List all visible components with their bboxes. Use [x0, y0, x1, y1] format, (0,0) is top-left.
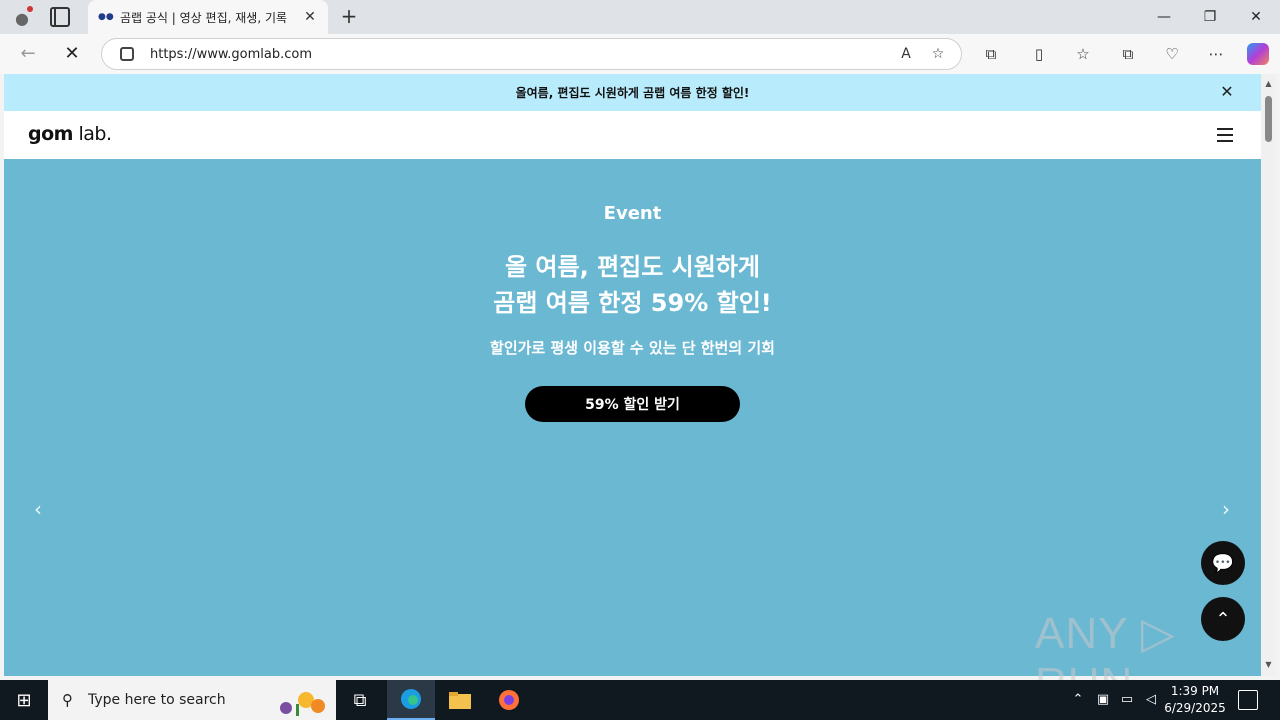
split-screen-icon[interactable]: ▯: [1029, 44, 1049, 64]
taskbar: ⊞ ⚲ Type here to search ⧉ ⌃ ▣ ▭ ◁ 1:39 P…: [0, 680, 1280, 720]
address-bar[interactable]: https://www.gomlab.com A ☆: [101, 38, 962, 70]
browser-toolbar: ← ✕ https://www.gomlab.com A ☆ ⧉ ▯ ☆ ⧉ ♡…: [0, 34, 1280, 74]
network-icon[interactable]: ▭: [1118, 691, 1136, 709]
logo-text-regular: lab.: [72, 123, 112, 145]
hero-headline-line2: 곰랩 여름 한정 59% 할인!: [493, 289, 772, 317]
clock-date: 6/29/2025: [1164, 701, 1226, 715]
volume-icon[interactable]: ◁: [1142, 691, 1160, 709]
minimize-button[interactable]: —: [1141, 0, 1187, 34]
search-placeholder: Type here to search: [88, 692, 226, 708]
tab-close-icon[interactable]: ✕: [302, 9, 318, 25]
promo-close-icon[interactable]: ✕: [1219, 84, 1235, 100]
collections-icon[interactable]: ⧉: [1118, 44, 1138, 64]
chat-icon[interactable]: 💬: [1201, 541, 1245, 585]
discount-cta-button[interactable]: 59% 할인 받기: [525, 386, 740, 422]
hero-banner: Event 올 여름, 편집도 시원하게 곰랩 여름 한정 59% 할인! 할인…: [4, 159, 1261, 676]
browser-essentials-icon[interactable]: ♡: [1162, 44, 1182, 64]
tab-strip: ● ●● 곰랩 공식 | 영상 편집, 재생, 기록 ✕ + — ❐ ✕: [0, 0, 1280, 34]
favorite-star-icon[interactable]: ☆: [929, 45, 947, 63]
promo-text[interactable]: 올여름, 편집도 시원하게 곰랩 여름 한정 할인!: [516, 84, 750, 101]
promo-banner: 올여름, 편집도 시원하게 곰랩 여름 한정 할인! ✕: [4, 74, 1261, 111]
windows-start-icon[interactable]: ⊞: [0, 680, 48, 720]
favorites-icon[interactable]: ☆: [1073, 44, 1093, 64]
hero-headline-line1: 올 여름, 편집도 시원하게: [505, 253, 760, 281]
gomlab-logo[interactable]: gom lab.: [28, 123, 112, 145]
tab-title: 곰랩 공식 | 영상 편집, 재생, 기록: [120, 10, 288, 25]
edge-taskbar-icon[interactable]: [387, 680, 435, 720]
url-text[interactable]: https://www.gomlab.com: [150, 47, 897, 62]
profile-notification-dot: [27, 6, 33, 12]
browser-tab[interactable]: ●● 곰랩 공식 | 영상 편집, 재생, 기록 ✕: [88, 0, 328, 34]
search-icon: ⚲: [62, 691, 73, 709]
hero-subtitle: 할인가로 평생 이용할 수 있는 단 한번의 기회: [490, 339, 775, 357]
extensions-icon[interactable]: ⧉: [981, 44, 1001, 64]
read-aloud-icon[interactable]: A: [897, 45, 915, 63]
screen: ● ●● 곰랩 공식 | 영상 편집, 재생, 기록 ✕ + — ❐ ✕ ← ✕…: [0, 0, 1280, 720]
search-highlight-art: [280, 692, 325, 716]
meet-now-icon[interactable]: ▣: [1094, 691, 1112, 709]
page-scrollbar[interactable]: ▲ ▼: [1261, 74, 1276, 676]
restore-button[interactable]: ❐: [1187, 0, 1233, 34]
lock-icon[interactable]: [120, 47, 134, 61]
hero-eyebrow: Event: [603, 203, 662, 224]
gomlab-favicon-icon: ●●: [98, 12, 114, 22]
taskbar-clock[interactable]: 1:39 PM 6/29/2025: [1160, 683, 1230, 717]
copilot-icon[interactable]: [1247, 43, 1269, 65]
tab-actions-icon[interactable]: [50, 7, 70, 27]
logo-text-bold: gom: [28, 123, 73, 145]
more-options-icon[interactable]: ⋯: [1206, 44, 1226, 64]
scroll-up-icon[interactable]: ▲: [1263, 78, 1274, 89]
web-content: 올여름, 편집도 시원하게 곰랩 여름 한정 할인! ✕ gom lab. Ev…: [4, 74, 1261, 676]
carousel-prev-icon[interactable]: ‹: [26, 497, 50, 521]
scroll-thumb[interactable]: [1265, 96, 1272, 142]
task-view-icon[interactable]: ⧉: [336, 680, 384, 720]
taskbar-search[interactable]: ⚲ Type here to search: [48, 680, 336, 720]
clock-time: 1:39 PM: [1170, 684, 1220, 698]
file-explorer-icon[interactable]: [436, 680, 484, 720]
tray-overflow-icon[interactable]: ⌃: [1069, 691, 1087, 709]
new-tab-button[interactable]: +: [338, 5, 360, 27]
stop-loading-button[interactable]: ✕: [60, 42, 84, 66]
back-button[interactable]: ←: [16, 42, 40, 66]
firefox-icon[interactable]: [485, 680, 533, 720]
close-button[interactable]: ✕: [1233, 0, 1279, 34]
carousel-next-icon[interactable]: ›: [1214, 497, 1238, 521]
menu-icon[interactable]: [1217, 128, 1233, 142]
notification-center-icon[interactable]: [1238, 690, 1258, 710]
site-header: gom lab.: [4, 111, 1261, 159]
hero-headline: 올 여름, 편집도 시원하게 곰랩 여름 한정 59% 할인!: [4, 249, 1261, 321]
